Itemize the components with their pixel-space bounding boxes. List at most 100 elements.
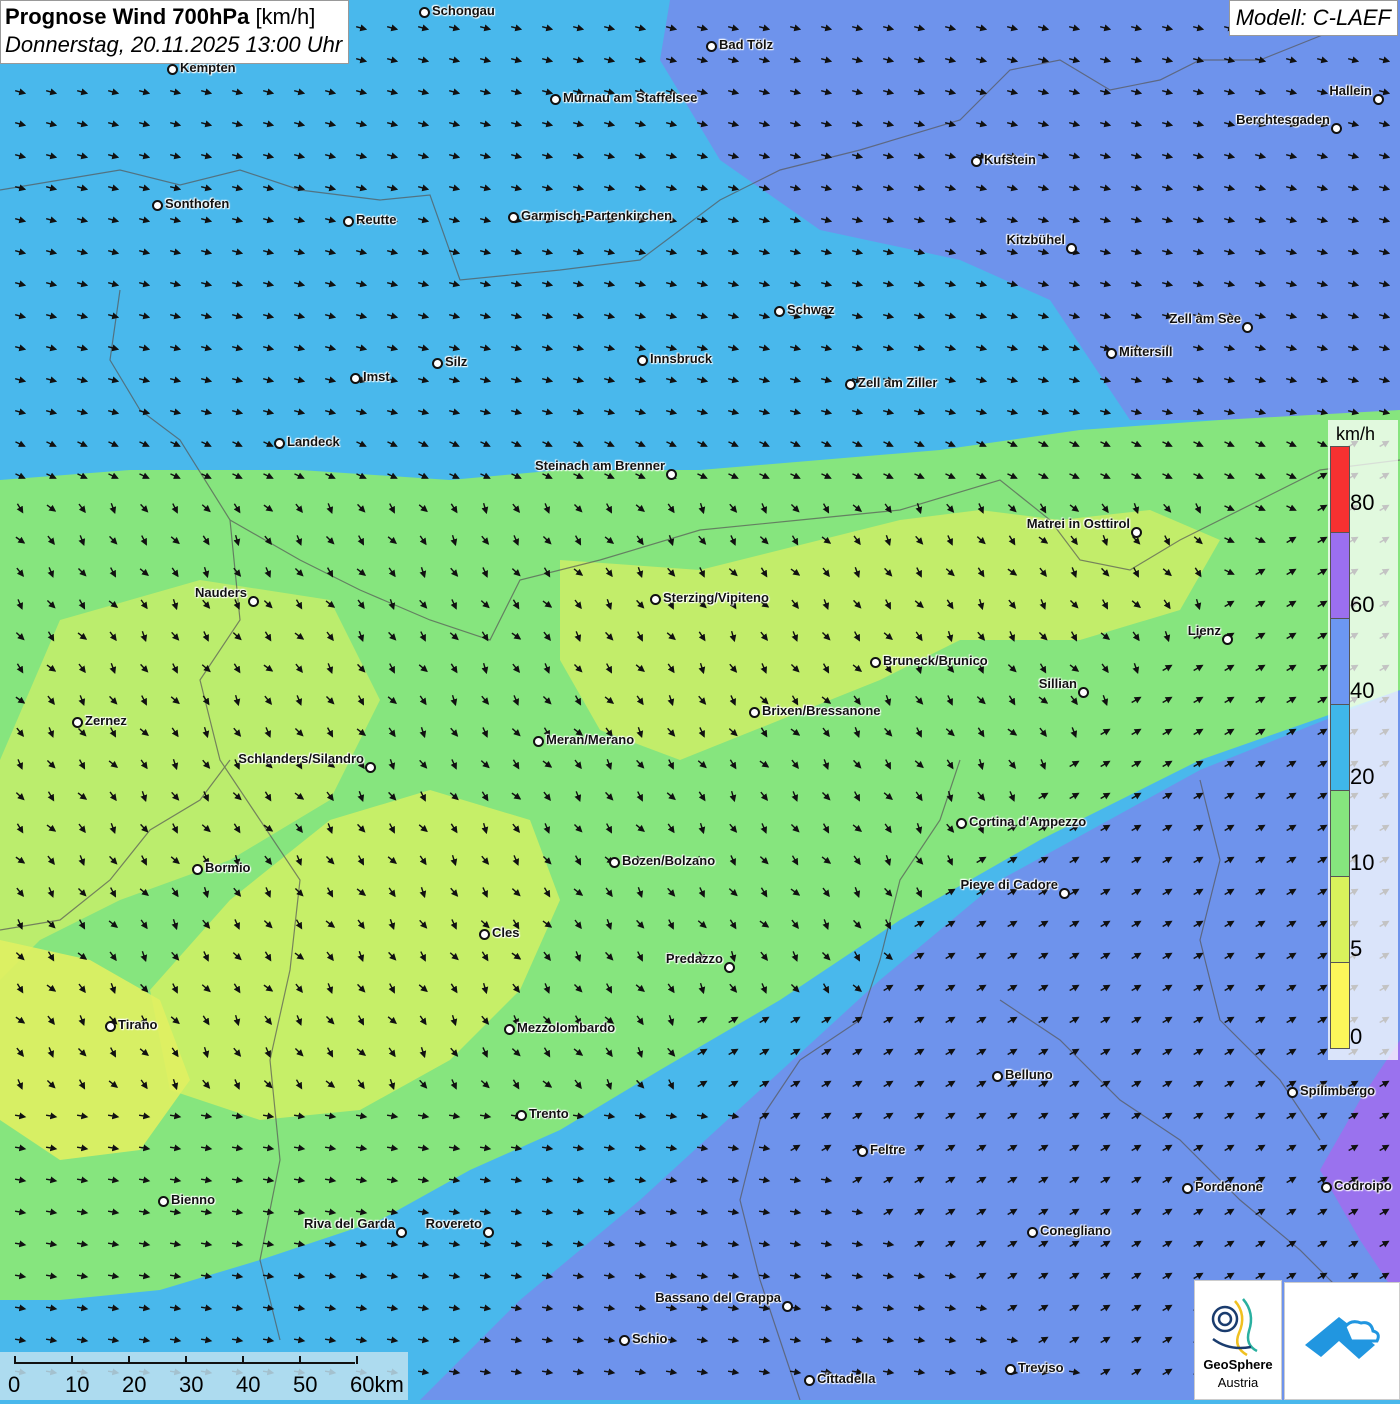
city-label: Schwaz — [787, 302, 835, 317]
scale-tick — [185, 1356, 187, 1364]
city-label: Murnau am Staffelsee — [563, 90, 698, 105]
city-marker — [1242, 322, 1253, 333]
geosphere-logo: GeoSphere Austria — [1194, 1280, 1282, 1400]
city-marker — [192, 864, 203, 875]
legend-color-segment — [1330, 446, 1350, 533]
city-marker — [1005, 1364, 1016, 1375]
city-marker — [609, 857, 620, 868]
city-label: Bormio — [205, 860, 251, 875]
city-label: Landeck — [287, 434, 340, 449]
city-marker — [1059, 888, 1070, 899]
city-marker — [724, 962, 735, 973]
city-label: Schlanders/Silandro — [238, 751, 364, 766]
city-marker — [1131, 527, 1142, 538]
city-marker — [1331, 123, 1342, 134]
city-label: Zell am See — [1169, 311, 1241, 326]
city-marker — [650, 594, 661, 605]
legend-color-segment — [1330, 618, 1350, 705]
legend-color-segment — [1330, 962, 1350, 1049]
city-label: Mezzolombardo — [517, 1020, 616, 1035]
city-label: Cles — [492, 925, 520, 940]
scale-tick — [299, 1356, 301, 1364]
city-marker — [550, 94, 561, 105]
city-marker — [1373, 94, 1384, 105]
app-logo — [1284, 1282, 1400, 1400]
city-label: Garmisch-Partenkirchen — [521, 208, 673, 223]
city-label: Berchtesgaden — [1236, 112, 1330, 127]
city-marker — [419, 7, 430, 18]
geosphere-name: GeoSphere — [1203, 1357, 1273, 1372]
city-marker — [396, 1227, 407, 1238]
city-marker — [992, 1071, 1003, 1082]
city-label: Bienno — [171, 1192, 216, 1207]
city-label: Steinach am Brenner — [534, 458, 665, 473]
city-label: Bozen/Bolzano — [622, 853, 716, 868]
city-marker — [274, 438, 285, 449]
city-label: Meran/Merano — [546, 732, 635, 747]
scale-tick — [71, 1356, 73, 1364]
city-marker — [350, 373, 361, 384]
city-marker — [637, 355, 648, 366]
city-marker — [1027, 1227, 1038, 1238]
city-marker — [1078, 687, 1089, 698]
city-marker — [1222, 634, 1233, 645]
city-label: Trento — [529, 1106, 569, 1121]
city-label: Zernez — [85, 713, 127, 728]
scale-tick — [242, 1356, 244, 1364]
city-label: Lienz — [1187, 623, 1221, 638]
title-box: Prognose Wind 700hPa [km/h] Donnerstag, … — [0, 0, 350, 64]
city-label: Innsbruck — [650, 351, 713, 366]
city-marker — [105, 1021, 116, 1032]
city-marker — [1066, 243, 1077, 254]
city-label: Bad Tölz — [719, 37, 774, 52]
scale-label: 20 — [122, 1372, 147, 1397]
city-label: Kitzbühel — [1006, 232, 1066, 247]
city-marker — [804, 1375, 815, 1386]
city-marker — [343, 216, 354, 227]
city-label: Silz — [445, 354, 468, 369]
legend-tick-label: 40 — [1350, 678, 1375, 703]
scale-label: 0 — [8, 1372, 21, 1397]
legend-tick-label: 20 — [1350, 764, 1375, 789]
legend-tick-label: 10 — [1350, 850, 1375, 875]
city-label: Tirano — [118, 1017, 158, 1032]
city-label: Reutte — [356, 212, 397, 227]
app-weather-icon — [1305, 1317, 1380, 1359]
scale-label: 30 — [179, 1372, 204, 1397]
legend-unit: km/h — [1336, 424, 1376, 444]
city-label: Cortina d'Ampezzo — [969, 814, 1087, 829]
geosphere-country: Austria — [1217, 1375, 1259, 1390]
map-title: Prognose Wind 700hPa [km/h] — [5, 4, 316, 29]
city-label: Imst — [363, 369, 390, 384]
city-marker — [749, 707, 760, 718]
legend-tick-label: 0 — [1350, 1024, 1363, 1049]
city-label: Treviso — [1018, 1360, 1064, 1375]
city-marker — [782, 1301, 793, 1312]
city-label: Codroipo — [1334, 1178, 1392, 1193]
city-label: Nauders — [194, 585, 247, 600]
city-marker — [152, 200, 163, 211]
city-label: Sterzing/Vipiteno — [663, 590, 769, 605]
scale-tick — [356, 1356, 358, 1364]
city-marker — [508, 212, 519, 223]
city-label: Bassano del Grappa — [655, 1290, 781, 1305]
city-marker — [533, 736, 544, 747]
city-label: Schio — [632, 1331, 668, 1346]
city-marker — [1106, 348, 1117, 359]
city-label: Conegliano — [1040, 1223, 1111, 1238]
city-label: Rovereto — [425, 1216, 482, 1231]
city-marker — [666, 469, 677, 480]
city-marker — [1287, 1087, 1298, 1098]
scale-label: 50 — [293, 1372, 318, 1397]
city-label: Spilimbergo — [1300, 1083, 1376, 1098]
city-label: Pordenone — [1195, 1179, 1263, 1194]
city-label: Pieve di Cadore — [960, 877, 1058, 892]
scale-tick — [14, 1356, 16, 1364]
scale-label: 60km — [350, 1372, 404, 1397]
city-label: Matrei in Osttirol — [1026, 516, 1130, 531]
city-marker — [857, 1146, 868, 1157]
city-label: Zell am Ziller — [858, 375, 938, 390]
city-label: Kempten — [180, 60, 236, 75]
city-marker — [504, 1024, 515, 1035]
city-marker — [72, 717, 83, 728]
